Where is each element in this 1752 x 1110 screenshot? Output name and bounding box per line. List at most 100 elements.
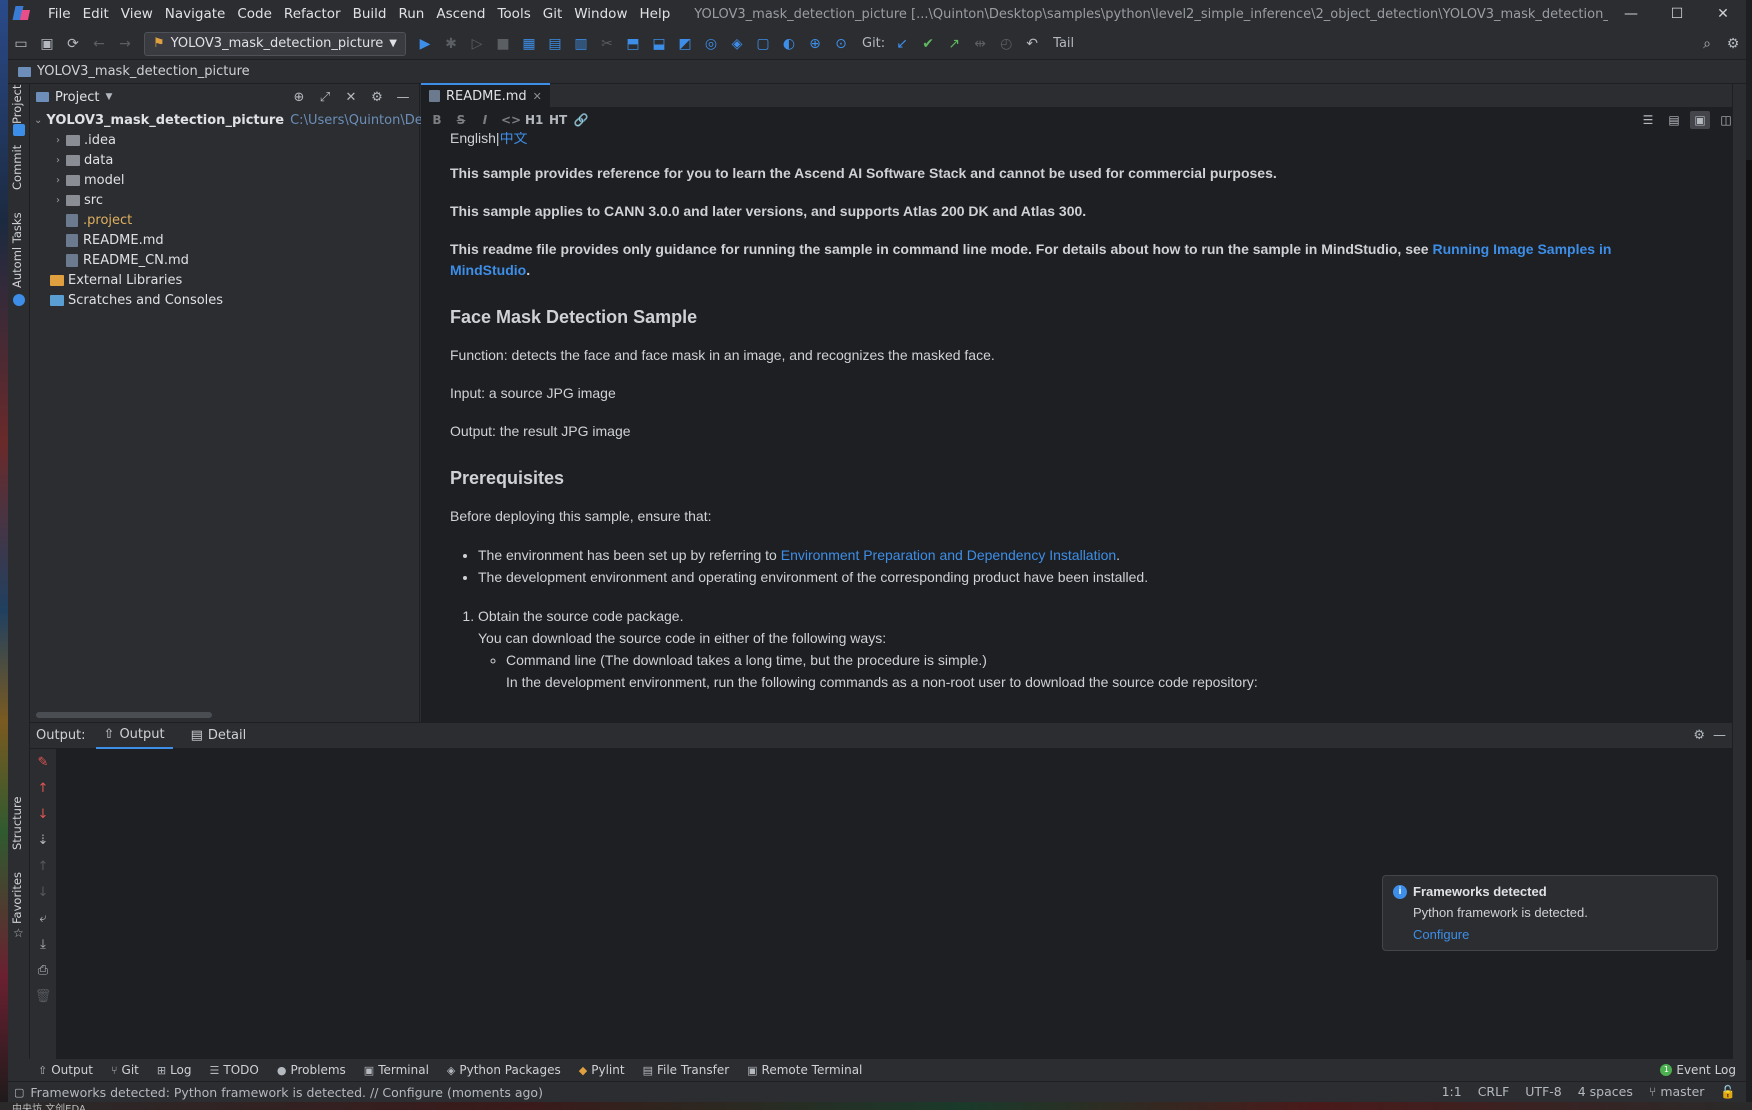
up-icon[interactable]: ↑	[30, 853, 56, 879]
star-icon[interactable]: ☆	[13, 926, 24, 940]
forward-icon[interactable]: →	[112, 31, 138, 57]
tree-folder-src[interactable]: › src	[30, 190, 419, 210]
chevron-right-icon[interactable]: ›	[50, 195, 66, 206]
tool-file-transfer[interactable]: ▤ File Transfer	[635, 1063, 738, 1077]
strikethrough-button[interactable]: S	[453, 113, 469, 127]
hide-panel-icon[interactable]: —	[1713, 728, 1726, 743]
tool-tab-automl-tasks[interactable]: Automl Tasks	[10, 212, 24, 288]
tab-detail[interactable]: ▤ Detail	[183, 723, 255, 749]
debug-icon[interactable]: ✱	[438, 31, 464, 57]
settings-gear-icon[interactable]: ⚙	[1720, 31, 1746, 57]
event-log-button[interactable]: 1 Event Log	[1660, 1063, 1746, 1077]
tool-remote-terminal[interactable]: ▣ Remote Terminal	[739, 1063, 870, 1077]
tree-file-project[interactable]: .project	[30, 210, 419, 230]
ascend-tool-6-icon[interactable]: ⬓	[646, 31, 672, 57]
open-folder-icon[interactable]: ▭	[8, 31, 34, 57]
link-button[interactable]: 🔗	[573, 113, 589, 127]
stop-icon[interactable]: ■	[490, 31, 516, 57]
lang-chinese-link[interactable]: 中文	[500, 132, 528, 146]
header-type-button[interactable]: HT	[549, 113, 567, 127]
tree-folder-idea[interactable]: › .idea	[30, 130, 419, 150]
tab-output[interactable]: ⇧ Output	[95, 723, 173, 749]
status-message[interactable]: Frameworks detected: Python framework is…	[30, 1085, 543, 1100]
ascend-tool-2-icon[interactable]: ▤	[542, 31, 568, 57]
tree-scratches[interactable]: Scratches and Consoles	[30, 290, 419, 310]
expand-all-icon[interactable]: ⤢	[313, 86, 337, 108]
ascend-tool-12-icon[interactable]: ⊕	[802, 31, 828, 57]
editor-preview-icon[interactable]: ▤	[1664, 111, 1684, 129]
menu-navigate[interactable]: Navigate	[159, 0, 232, 28]
menu-help[interactable]: Help	[633, 0, 676, 28]
save-all-icon[interactable]: ▣	[34, 31, 60, 57]
tree-file-readme-cn[interactable]: README_CN.md	[30, 250, 419, 270]
chevron-right-icon[interactable]: ›	[50, 135, 66, 146]
menu-file[interactable]: File	[42, 0, 77, 28]
tool-log[interactable]: ⊞ Log	[149, 1063, 200, 1077]
env-prep-link[interactable]: Environment Preparation and Dependency I…	[781, 547, 1116, 563]
ascend-tool-10-icon[interactable]: ▢	[750, 31, 776, 57]
tool-output[interactable]: ⇧ Output	[30, 1063, 101, 1077]
ascend-tool-11-icon[interactable]: ◐	[776, 31, 802, 57]
configure-link[interactable]: Configure	[1413, 927, 1707, 942]
chevron-down-icon[interactable]: ▼	[105, 92, 112, 102]
tool-todo[interactable]: ☰ TODO	[202, 1063, 267, 1077]
tool-python-packages[interactable]: ◈ Python Packages	[439, 1063, 569, 1077]
file-encoding[interactable]: UTF-8	[1525, 1084, 1561, 1100]
menu-ascend[interactable]: Ascend	[430, 0, 491, 28]
git-commit-icon[interactable]: ✔	[915, 31, 941, 57]
soft-wrap-icon[interactable]: ⤶	[30, 905, 56, 931]
menu-tools[interactable]: Tools	[491, 0, 536, 28]
chevron-down-icon[interactable]: ⌄	[34, 115, 42, 126]
tree-folder-model[interactable]: › model	[30, 170, 419, 190]
ascend-tool-13-icon[interactable]: ⊙	[828, 31, 854, 57]
tool-problems[interactable]: ● Problems	[269, 1063, 354, 1077]
tool-tab-structure[interactable]: Structure	[10, 797, 24, 851]
project-panel-title[interactable]: Project	[55, 90, 99, 105]
header-button[interactable]: H1	[525, 113, 543, 127]
preview-only-icon[interactable]: ▣	[1690, 111, 1710, 129]
maximize-button[interactable]: ☐	[1654, 0, 1700, 28]
tool-tab-commit[interactable]: Commit	[10, 145, 24, 190]
chevron-right-icon[interactable]: ›	[50, 175, 66, 186]
git-compare-icon[interactable]: ⇹	[967, 31, 993, 57]
ascend-tool-3-icon[interactable]: ▥	[568, 31, 594, 57]
editor-only-icon[interactable]: ☰	[1638, 111, 1658, 129]
arrow-up-icon[interactable]: ↑	[30, 775, 56, 801]
lock-icon[interactable]: 🔓	[1720, 1084, 1736, 1100]
caret-position[interactable]: 1:1	[1442, 1084, 1462, 1100]
git-update-icon[interactable]: ↙	[889, 31, 915, 57]
locate-icon[interactable]: ⊕	[287, 86, 311, 108]
scroll-to-end-icon[interactable]: ⤓	[30, 931, 56, 957]
menu-code[interactable]: Code	[231, 0, 278, 28]
menu-edit[interactable]: Edit	[77, 0, 115, 28]
code-button[interactable]: <>	[501, 113, 521, 127]
menu-run[interactable]: Run	[392, 0, 430, 28]
clear-icon[interactable]: ✎	[30, 749, 56, 775]
chevron-right-icon[interactable]: ›	[50, 155, 66, 166]
back-icon[interactable]: ←	[86, 31, 112, 57]
bold-button[interactable]: B	[429, 113, 445, 127]
collapse-all-icon[interactable]: ✕	[339, 86, 363, 108]
ascend-tool-9-icon[interactable]: ◈	[724, 31, 750, 57]
ascend-tool-4-icon[interactable]: ✂	[594, 31, 620, 57]
trash-icon[interactable]: 🗑	[30, 983, 56, 1009]
italic-button[interactable]: I	[477, 113, 493, 127]
ascend-tool-5-icon[interactable]: ⬒	[620, 31, 646, 57]
tab-readme[interactable]: README.md ✕	[421, 83, 550, 107]
tool-terminal[interactable]: ▣ Terminal	[356, 1063, 437, 1077]
tree-external-libraries[interactable]: External Libraries	[30, 270, 419, 290]
menu-refactor[interactable]: Refactor	[278, 0, 347, 28]
minimize-button[interactable]: —	[1608, 0, 1654, 28]
project-tool-icon[interactable]	[13, 124, 25, 136]
gear-icon[interactable]: ⚙	[365, 86, 389, 108]
tail-button[interactable]: Tail	[1053, 36, 1074, 51]
menu-view[interactable]: View	[115, 0, 159, 28]
git-rollback-icon[interactable]: ↶	[1019, 31, 1045, 57]
sort-icon[interactable]: ⇣	[30, 827, 56, 853]
tree-file-readme[interactable]: README.md	[30, 230, 419, 250]
automl-icon[interactable]	[13, 294, 25, 306]
hide-panel-icon[interactable]: —	[391, 86, 415, 108]
tree-root[interactable]: ⌄ YOLOV3_mask_detection_picture C:\Users…	[30, 110, 498, 130]
breadcrumb-project[interactable]: YOLOV3_mask_detection_picture	[37, 64, 250, 79]
git-history-icon[interactable]: ◴	[993, 31, 1019, 57]
